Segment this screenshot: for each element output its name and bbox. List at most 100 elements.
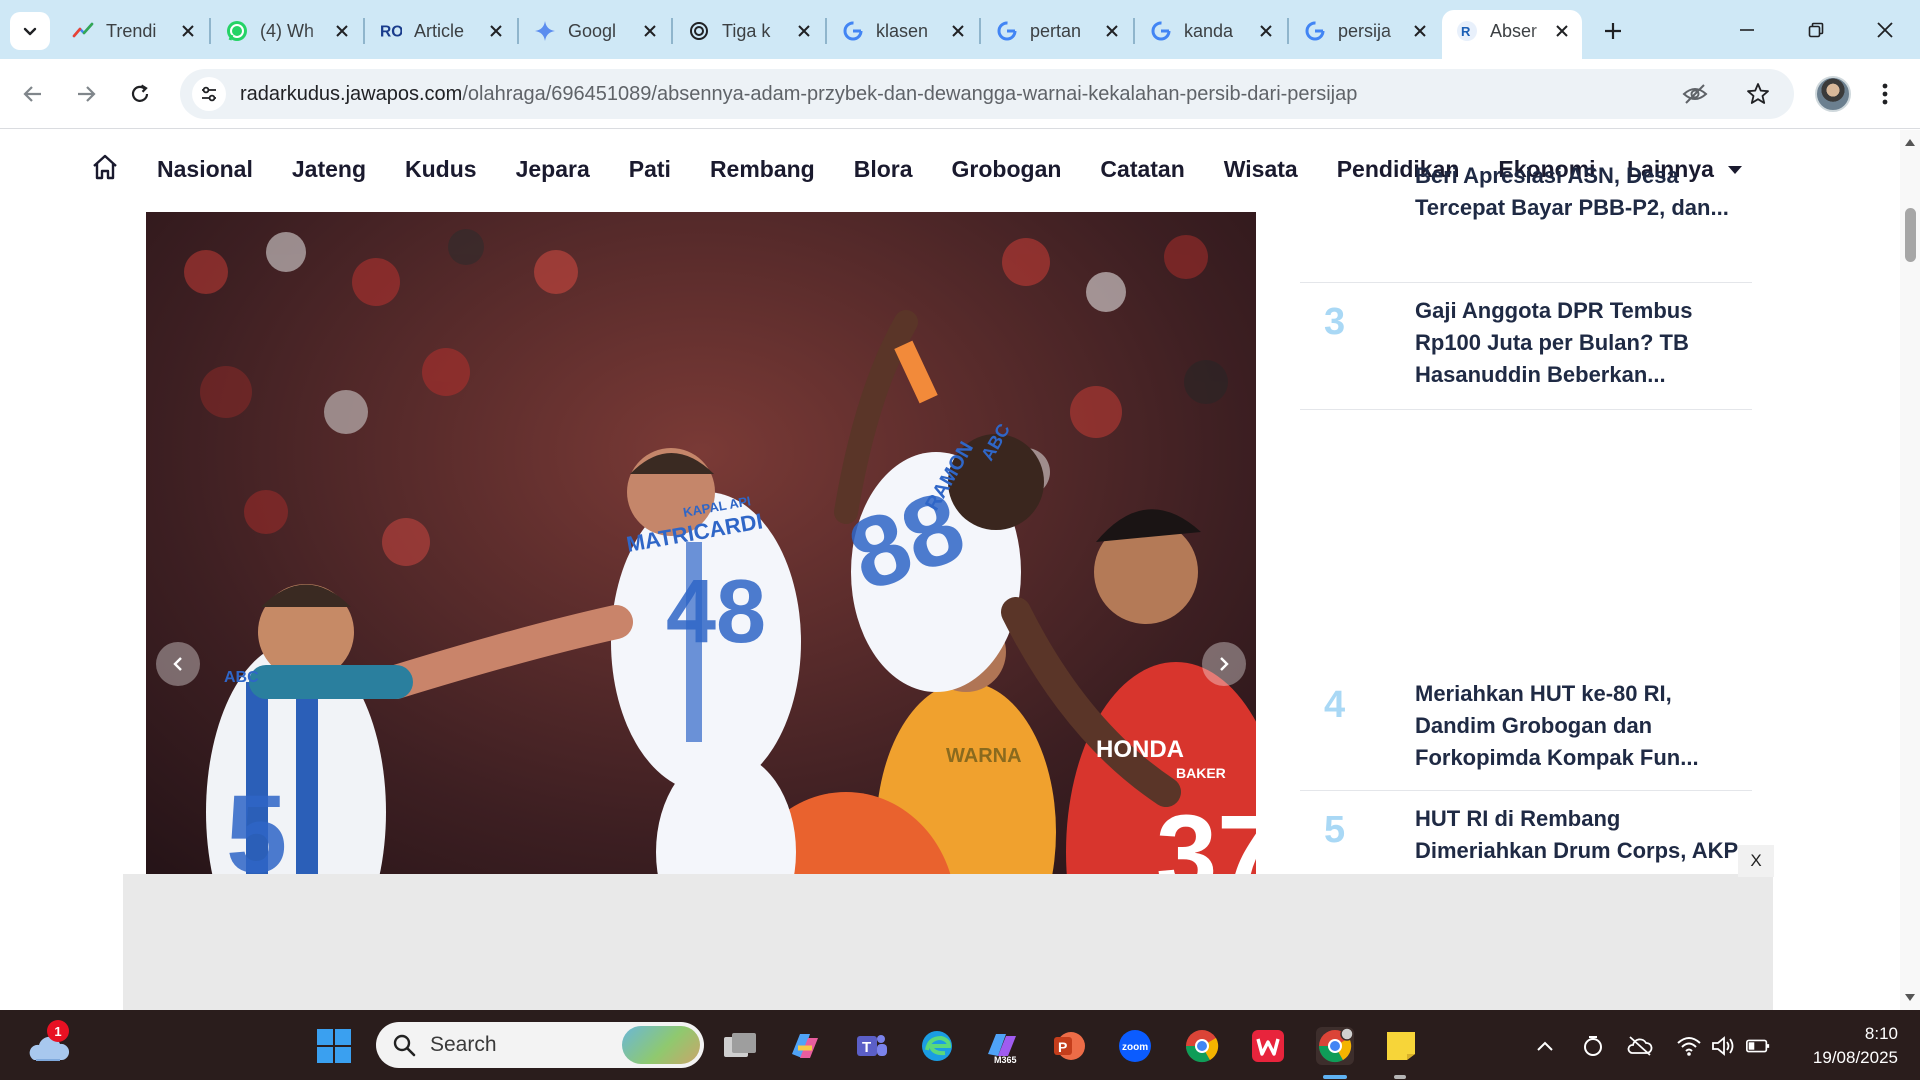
copilot-icon[interactable] — [785, 1027, 823, 1065]
tab-gemini[interactable]: Googl — [520, 10, 670, 52]
svg-text:zoom: zoom — [1122, 1042, 1148, 1053]
bookmark-star-icon[interactable] — [1743, 79, 1773, 109]
battery-icon[interactable] — [1745, 1034, 1771, 1058]
task-view-icon[interactable] — [721, 1027, 759, 1065]
nav-item-catatan[interactable]: Catatan — [1100, 156, 1184, 183]
home-icon[interactable] — [90, 152, 120, 182]
tab-chatgpt[interactable]: Tiga k — [674, 10, 824, 52]
scroll-thumb[interactable] — [1905, 208, 1916, 262]
scroll-down-arrow-icon[interactable] — [1904, 992, 1916, 1004]
tab-article[interactable]: RO Article — [366, 10, 516, 52]
tab-google-search[interactable]: pertan — [982, 10, 1132, 52]
web-page: Nasional Jateng Kudus Jepara Pati Remban… — [0, 130, 1900, 1010]
url-text[interactable]: radarkudus.jawapos.com/olahraga/69645108… — [240, 83, 1357, 106]
windows-taskbar: 1 Search T M365 P zoom 8:10 19/08/2025 — [0, 1010, 1920, 1080]
scroll-up-arrow-icon[interactable] — [1904, 136, 1916, 148]
ad-close-button[interactable]: X — [1738, 845, 1774, 877]
cloud-off-icon[interactable] — [1627, 1034, 1653, 1058]
close-icon[interactable] — [332, 21, 352, 41]
nav-item-jepara[interactable]: Jepara — [516, 156, 590, 183]
chevron-left-icon — [173, 657, 182, 671]
gemini-sparkle-icon — [534, 20, 556, 42]
edge-browser-icon[interactable] — [918, 1027, 956, 1065]
wps-office-icon[interactable] — [1249, 1027, 1287, 1065]
eye-off-icon[interactable] — [1680, 79, 1710, 109]
search-icon — [393, 1034, 416, 1057]
teams-icon[interactable]: T — [852, 1027, 890, 1065]
close-icon[interactable] — [1102, 21, 1122, 41]
slide-prev-button[interactable] — [156, 642, 200, 686]
chrome-profile-icon[interactable] — [1316, 1027, 1354, 1065]
sticky-ad-banner[interactable] — [123, 874, 1773, 1010]
tab-google-search[interactable]: kanda — [1136, 10, 1286, 52]
chevron-down-icon — [23, 27, 37, 36]
tab-whatsapp[interactable]: (4) Wh — [212, 10, 362, 52]
close-icon[interactable] — [794, 21, 814, 41]
tab-title: Trendi — [106, 20, 157, 41]
svg-text:P: P — [1058, 1039, 1067, 1055]
zoom-icon[interactable]: zoom — [1116, 1027, 1154, 1065]
taskbar-search[interactable]: Search — [376, 1022, 704, 1068]
tab-active-article[interactable]: R Abser — [1442, 10, 1582, 59]
tab-title: klasen — [876, 20, 929, 41]
tab-title: (4) Wh — [260, 20, 314, 41]
reload-button[interactable] — [120, 74, 160, 114]
nav-item-wisata[interactable]: Wisata — [1224, 156, 1298, 183]
nav-item-nasional[interactable]: Nasional — [157, 156, 253, 183]
close-icon[interactable] — [1410, 21, 1430, 41]
back-button[interactable] — [13, 74, 53, 114]
nav-item-jateng[interactable]: Jateng — [292, 156, 366, 183]
profile-avatar[interactable] — [1815, 76, 1851, 112]
url-path: /olahraga/696451089/absennya-adam-przybe… — [462, 82, 1358, 105]
nav-item-blora[interactable]: Blora — [854, 156, 913, 183]
site-info-button[interactable] — [192, 77, 226, 111]
page-scrollbar[interactable] — [1900, 130, 1920, 1010]
tab-search-button[interactable] — [10, 12, 50, 50]
close-icon[interactable] — [1256, 21, 1276, 41]
nav-item-pati[interactable]: Pati — [629, 156, 671, 183]
tab-title: Article — [414, 20, 465, 41]
wifi-icon[interactable] — [1676, 1034, 1702, 1058]
browser-menu-button[interactable] — [1870, 76, 1900, 112]
close-icon[interactable] — [1552, 21, 1572, 41]
sync-icon[interactable] — [1580, 1034, 1606, 1058]
chevron-up-icon[interactable] — [1532, 1034, 1558, 1058]
arrow-right-icon — [78, 86, 96, 102]
sticky-notes-icon[interactable] — [1382, 1027, 1420, 1065]
slide-next-button[interactable] — [1202, 642, 1246, 686]
new-tab-button[interactable] — [1596, 14, 1630, 48]
close-icon[interactable] — [178, 21, 198, 41]
tab-separator — [363, 18, 365, 44]
jersey-sponsor-honda: HONDA — [1096, 736, 1184, 763]
address-bar[interactable]: radarkudus.jawapos.com/olahraga/69645108… — [180, 69, 1794, 119]
system-clock[interactable]: 8:10 19/08/2025 — [1788, 1022, 1898, 1070]
trending-item-2[interactable]: Beri Apresiasi ASN, Desa Tercepat Bayar … — [1300, 160, 1752, 283]
volume-icon[interactable] — [1710, 1034, 1736, 1058]
trending-item-3[interactable]: 3 Gaji Anggota DPR Tembus Rp100 Juta per… — [1300, 283, 1752, 410]
tab-google-search[interactable]: persija — [1290, 10, 1440, 52]
nav-item-kudus[interactable]: Kudus — [405, 156, 477, 183]
close-icon[interactable] — [948, 21, 968, 41]
trending-number — [1300, 160, 1415, 282]
restore-button[interactable] — [1793, 10, 1839, 50]
close-window-button[interactable] — [1862, 10, 1908, 50]
m365-copilot-icon[interactable]: M365 — [984, 1027, 1022, 1065]
tab-separator — [979, 18, 981, 44]
nav-item-rembang[interactable]: Rembang — [710, 156, 815, 183]
tab-separator — [671, 18, 673, 44]
more-vertical-icon — [1882, 83, 1888, 105]
jersey-number-48: 48 — [666, 562, 766, 662]
chrome-icon[interactable] — [1183, 1027, 1221, 1065]
tab-separator — [1287, 18, 1289, 44]
start-button[interactable] — [315, 1027, 353, 1065]
search-highlight-image — [622, 1026, 700, 1064]
close-icon[interactable] — [486, 21, 506, 41]
forward-button[interactable] — [66, 74, 106, 114]
nav-item-grobogan[interactable]: Grobogan — [952, 156, 1062, 183]
tab-google-search[interactable]: klasen — [828, 10, 978, 52]
close-icon[interactable] — [640, 21, 660, 41]
minimize-button[interactable] — [1724, 10, 1770, 50]
powerpoint-icon[interactable]: P — [1050, 1027, 1088, 1065]
tab-trends[interactable]: Trendi — [58, 10, 208, 52]
trending-item-4[interactable]: 4 Meriahkan HUT ke-80 RI, Dandim Groboga… — [1300, 666, 1752, 791]
